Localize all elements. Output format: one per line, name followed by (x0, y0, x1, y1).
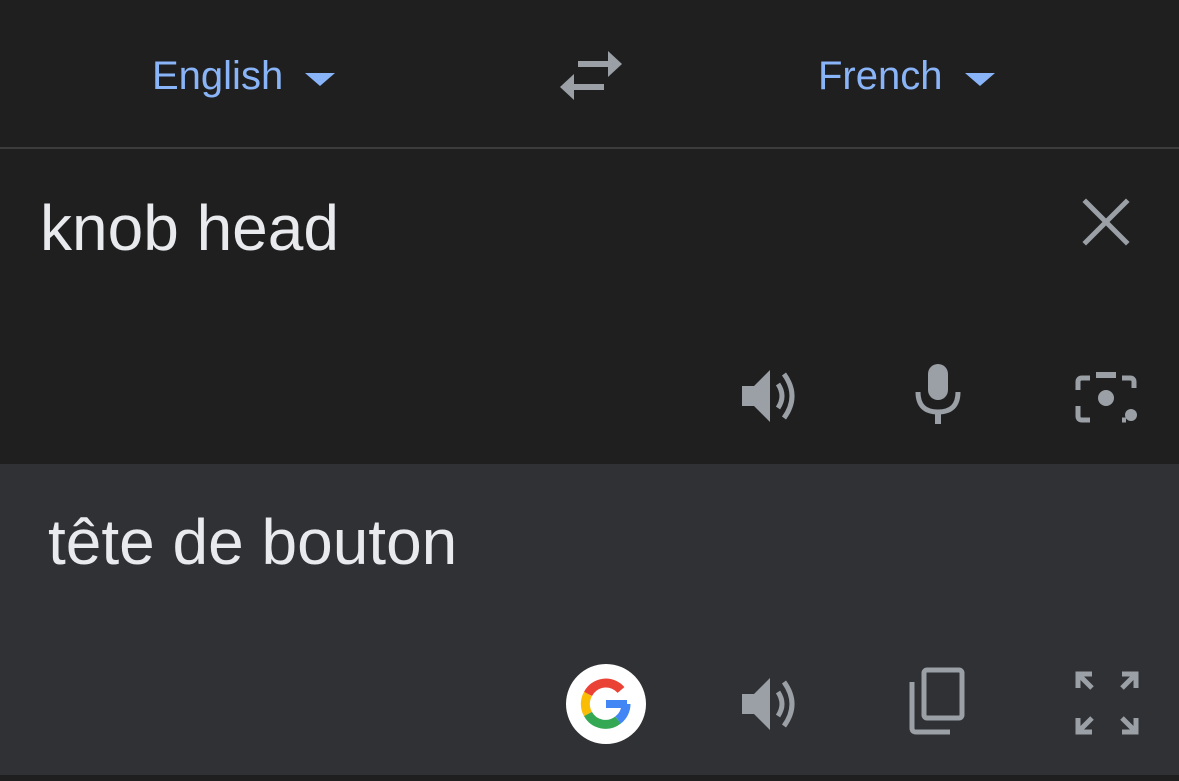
source-language-selector[interactable]: English (152, 52, 336, 100)
copy-button[interactable] (906, 666, 968, 736)
source-language-label: English (152, 53, 284, 98)
source-speak-button[interactable] (738, 364, 804, 428)
copy-icon (909, 667, 965, 735)
close-icon (1082, 198, 1130, 246)
speaker-icon (742, 370, 795, 422)
swap-languages-icon (560, 51, 622, 100)
target-language-selector[interactable]: French (818, 52, 995, 100)
fullscreen-button[interactable] (1074, 670, 1140, 736)
chevron-down-icon (305, 72, 336, 86)
chevron-down-icon (964, 72, 995, 86)
clear-input-button[interactable] (1078, 194, 1134, 250)
speaker-icon (742, 678, 795, 730)
bottom-edge (0, 775, 1179, 781)
target-language-label: French (818, 53, 943, 98)
translated-text: tête de bouton (48, 506, 458, 578)
google-search-button[interactable] (566, 664, 646, 744)
camera-button[interactable] (1074, 366, 1140, 428)
microphone-icon (915, 364, 961, 424)
camera-icon (1075, 372, 1137, 423)
microphone-button[interactable] (912, 362, 964, 426)
fullscreen-icon (1075, 671, 1139, 735)
google-logo-icon (580, 678, 631, 729)
target-speak-button[interactable] (738, 672, 804, 736)
swap-languages-button[interactable] (556, 48, 626, 104)
source-text-input[interactable]: knob head (40, 196, 339, 260)
